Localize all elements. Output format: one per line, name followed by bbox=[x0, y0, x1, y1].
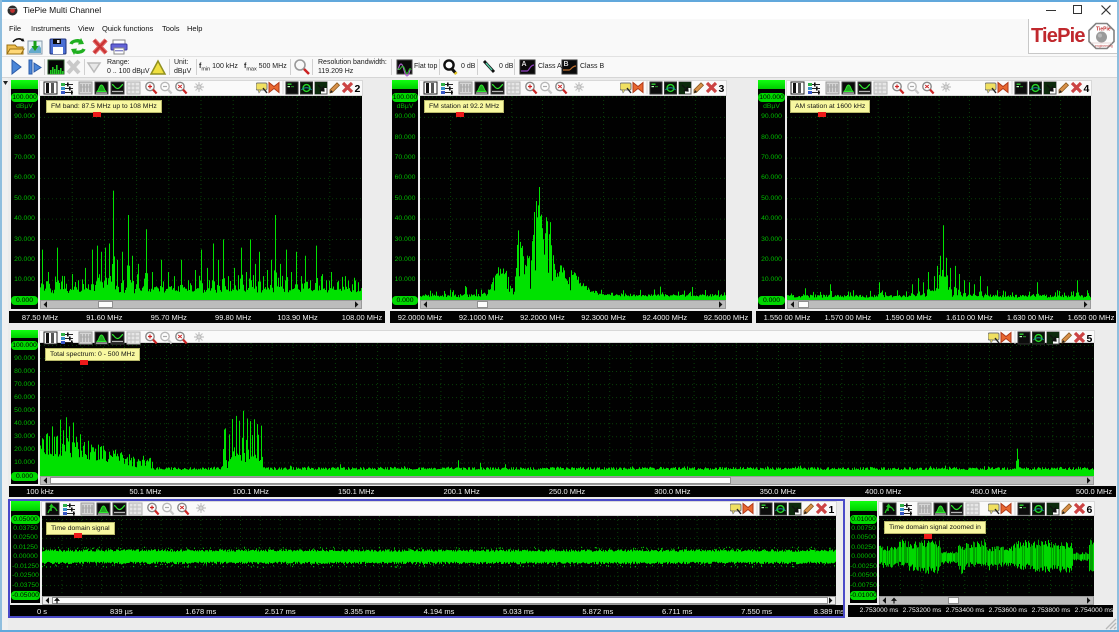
svg-text:B: B bbox=[564, 61, 569, 68]
svg-text:6: 6 bbox=[1087, 504, 1093, 516]
svg-text:A: A bbox=[522, 61, 527, 68]
svg-text:engineering: engineering bbox=[1095, 44, 1113, 48]
svg-text:4: 4 bbox=[1084, 83, 1090, 95]
svg-text:5: 5 bbox=[1087, 333, 1093, 345]
svg-text:TiePie: TiePie bbox=[1096, 27, 1111, 33]
svg-text:3: 3 bbox=[719, 83, 725, 95]
svg-text:2: 2 bbox=[355, 83, 361, 95]
svg-text:1: 1 bbox=[829, 504, 835, 516]
